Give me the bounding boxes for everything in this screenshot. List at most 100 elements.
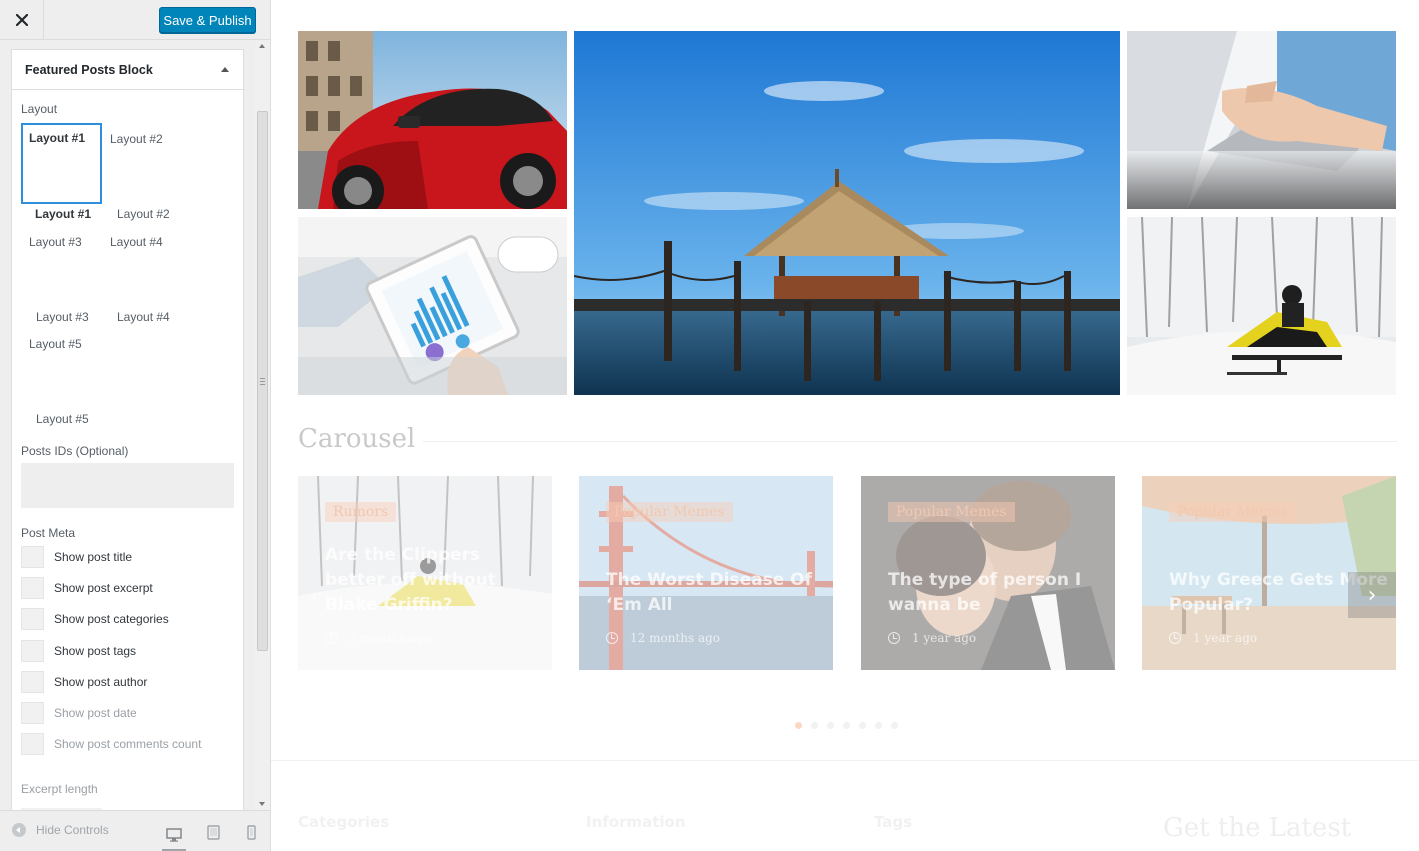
checkbox[interactable] <box>21 546 44 568</box>
featured-image-laptop[interactable] <box>1127 31 1396 209</box>
card-title[interactable]: The type of person I wanna be <box>888 568 1108 618</box>
meta-option-title[interactable]: Show post title <box>21 546 132 568</box>
save-publish-button[interactable]: Save & Publish <box>159 7 256 33</box>
clock-icon <box>1169 632 1181 644</box>
carousel-card[interactable]: Popular Memes The Worst Disease Of ‘Em A… <box>579 476 833 670</box>
checkbox[interactable] <box>21 671 44 693</box>
carousel-dot[interactable] <box>891 722 898 729</box>
layout-name-1[interactable]: Layout #1 <box>35 207 91 221</box>
meta-option-label: Show post tags <box>54 644 137 658</box>
meta-option-label: Show post date <box>54 706 137 720</box>
meta-option-tags[interactable]: Show post tags <box>21 640 136 662</box>
meta-option-excerpt[interactable]: Show post excerpt <box>21 577 153 599</box>
featured-image-red-car[interactable] <box>298 31 567 209</box>
collapse-arrow-icon[interactable] <box>221 67 229 72</box>
meta-option-label: Show post author <box>54 675 148 689</box>
clock-icon <box>888 632 900 644</box>
customizer-sidebar: Save & Publish Featured Posts Block Layo… <box>0 0 271 851</box>
meta-option-date[interactable]: Show post date <box>21 702 137 724</box>
excerpt-length-label: Excerpt length <box>21 782 98 796</box>
meta-option-comments-count[interactable]: Show post comments count <box>21 733 201 755</box>
featured-posts-section: Featured Posts Block Layout Layout #1 La… <box>11 49 244 810</box>
card-date: 1 year ago <box>1169 631 1257 645</box>
sidebar-scrollbar[interactable] <box>255 41 270 810</box>
desktop-icon <box>166 828 182 842</box>
close-customizer-button[interactable] <box>0 0 44 40</box>
collapse-sidebar-icon <box>12 823 26 837</box>
posts-ids-input[interactable] <box>21 463 234 508</box>
carousel-dot[interactable] <box>859 722 866 729</box>
carousel-dot[interactable] <box>843 722 850 729</box>
checkbox[interactable] <box>21 702 44 724</box>
carousel-card[interactable]: Rumors Are the Clippers better off witho… <box>298 476 552 670</box>
meta-option-label: Show post comments count <box>54 737 202 751</box>
card-date-text: 1 year ago <box>912 631 977 645</box>
layout-thumb-2[interactable]: Layout #2 <box>110 132 163 146</box>
carousel-dot[interactable] <box>795 722 802 729</box>
footer-heading-categories: Categories <box>298 813 390 831</box>
card-category-badge[interactable]: Popular Memes <box>606 502 733 522</box>
featured-image-beach-hut[interactable] <box>574 31 1120 395</box>
layout-name-2[interactable]: Layout #2 <box>117 207 170 221</box>
meta-option-categories[interactable]: Show post categories <box>21 608 169 630</box>
customizer-footer: Hide Controls <box>0 810 270 851</box>
card-date-text: 2 months ago <box>349 631 432 645</box>
meta-option-label: Show post title <box>54 550 133 564</box>
layout-thumb-5[interactable]: Layout #5 <box>29 337 82 351</box>
layout-thumb-4[interactable]: Layout #4 <box>110 235 163 249</box>
preview-tablet-button[interactable] <box>201 821 225 843</box>
layout-label: Layout <box>21 102 58 116</box>
carousel-dot[interactable] <box>827 722 834 729</box>
clock-icon <box>325 632 337 644</box>
preview-mobile-button[interactable] <box>239 821 263 843</box>
chevron-right-icon: › <box>1367 582 1377 608</box>
featured-image-tablet-chart[interactable] <box>298 217 567 395</box>
posts-ids-label: Posts IDs (Optional) <box>21 444 129 458</box>
carousel-prev-arrow-icon[interactable]: ‹ <box>311 586 329 606</box>
section-header[interactable]: Featured Posts Block <box>12 50 243 90</box>
card-date: 1 year ago <box>888 631 976 645</box>
controls-scroll-area: Featured Posts Block Layout Layout #1 La… <box>0 41 256 810</box>
tablet-icon <box>206 824 220 840</box>
preview-desktop-button[interactable] <box>162 821 186 851</box>
layout-name-4[interactable]: Layout #4 <box>117 310 170 324</box>
meta-option-label: Show post excerpt <box>54 581 153 595</box>
carousel-pagination <box>795 722 898 729</box>
carousel-next-button[interactable]: › <box>1348 572 1396 618</box>
footer-heading-newsletter: Get the Latest <box>1163 813 1352 843</box>
clock-icon <box>606 632 618 644</box>
site-preview: Carousel Rumors Are the Clippers better … <box>271 0 1419 851</box>
customizer-header: Save & Publish <box>0 0 270 40</box>
checkbox[interactable] <box>21 640 44 662</box>
card-title[interactable]: The Worst Disease Of ‘Em All <box>606 568 826 618</box>
carousel-heading: Carousel <box>298 424 416 454</box>
post-meta-label: Post Meta <box>21 526 76 540</box>
layout-thumb-1[interactable]: Layout #1 <box>21 123 102 204</box>
footer-heading-information: Information <box>586 813 686 831</box>
layout-name-3[interactable]: Layout #3 <box>36 310 89 324</box>
hide-controls-button[interactable]: Hide Controls <box>12 823 109 837</box>
hide-controls-label: Hide Controls <box>36 823 109 837</box>
meta-option-author[interactable]: Show post author <box>21 671 147 693</box>
carousel-dot[interactable] <box>875 722 882 729</box>
checkbox[interactable] <box>21 608 44 630</box>
layout-thumb-3[interactable]: Layout #3 <box>29 235 82 249</box>
scroll-down-arrow-icon[interactable] <box>259 802 265 806</box>
scroll-up-arrow-icon[interactable] <box>259 44 265 48</box>
checkbox[interactable] <box>21 577 44 599</box>
card-category-badge[interactable]: Popular Memes <box>1169 502 1296 522</box>
carousel-dot[interactable] <box>811 722 818 729</box>
featured-image-snowmobile[interactable] <box>1127 217 1396 395</box>
carousel-card[interactable]: Popular Memes The type of person I wanna… <box>861 476 1115 670</box>
footer-heading-tags: Tags <box>874 813 913 831</box>
layout-name-5[interactable]: Layout #5 <box>36 412 89 426</box>
scrollbar-thumb[interactable] <box>257 111 268 651</box>
card-date: 12 months ago <box>606 631 720 645</box>
checkbox[interactable] <box>21 733 44 755</box>
card-category-badge[interactable]: Popular Memes <box>888 502 1015 522</box>
card-date-text: 1 year ago <box>1193 631 1258 645</box>
grip-icon <box>260 378 265 385</box>
card-category-badge[interactable]: Rumors <box>325 502 397 522</box>
card-title[interactable]: Are the Clippers better off without Blak… <box>325 543 545 618</box>
card-date-text: 12 months ago <box>630 631 720 645</box>
